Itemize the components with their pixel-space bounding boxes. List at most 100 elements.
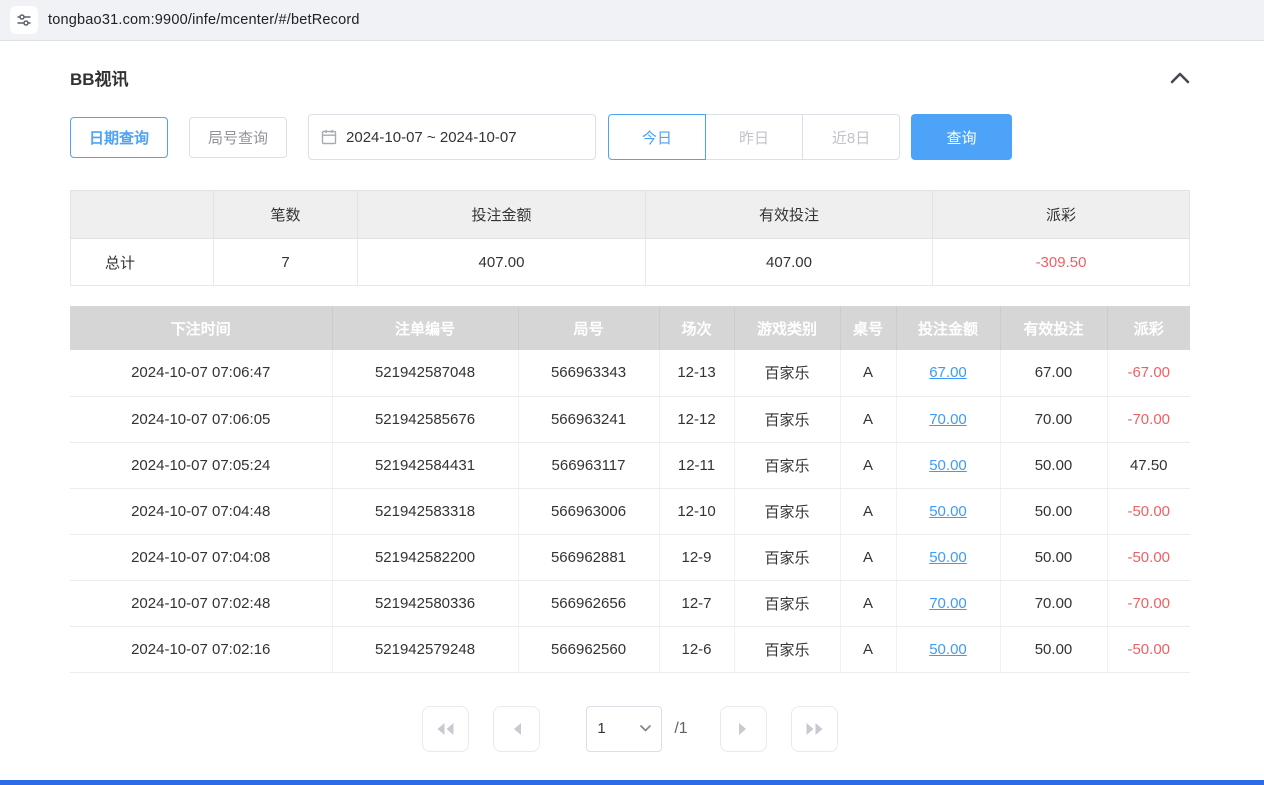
payout-cell: -50.00 bbox=[1107, 534, 1190, 580]
col-header-session: 场次 bbox=[659, 306, 734, 350]
valid-bet-cell: 70.00 bbox=[1000, 580, 1107, 626]
order-id-cell: 521942579248 bbox=[332, 626, 518, 672]
total-pages-label: /1 bbox=[674, 720, 687, 738]
bet-table-body: 2024-10-07 07:06:47 521942587048 5669633… bbox=[70, 350, 1190, 672]
col-header-valid-bet: 有效投注 bbox=[1000, 306, 1107, 350]
panel-header: BB视讯 bbox=[70, 65, 1190, 90]
table-row: 2024-10-07 07:04:48 521942583318 5669630… bbox=[70, 488, 1190, 534]
session-cell: 12-6 bbox=[659, 626, 734, 672]
col-header-bet-time: 下注时间 bbox=[70, 306, 332, 350]
valid-bet-cell: 50.00 bbox=[1000, 442, 1107, 488]
page-title: BB视讯 bbox=[70, 65, 129, 90]
table-row: 2024-10-07 07:02:48 521942580336 5669626… bbox=[70, 580, 1190, 626]
right-arrow-icon bbox=[736, 722, 750, 736]
bet-amount-link[interactable]: 50.00 bbox=[929, 641, 967, 658]
search-button[interactable]: 查询 bbox=[911, 114, 1012, 160]
browser-url-bar: tongbao31.com:9900/infe/mcenter/#/betRec… bbox=[0, 0, 1264, 41]
round-query-tab[interactable]: 局号查询 bbox=[189, 117, 287, 158]
payout-cell: -50.00 bbox=[1107, 626, 1190, 672]
session-cell: 12-12 bbox=[659, 396, 734, 442]
valid-bet-cell: 50.00 bbox=[1000, 534, 1107, 580]
prev-page-button[interactable] bbox=[493, 706, 540, 752]
summary-payout-value: -309.50 bbox=[933, 239, 1190, 286]
game-type-cell: 百家乐 bbox=[734, 488, 840, 534]
summary-header-payout: 派彩 bbox=[933, 191, 1190, 239]
bet-amount-cell: 70.00 bbox=[896, 396, 1000, 442]
session-cell: 12-10 bbox=[659, 488, 734, 534]
order-id-cell: 521942584431 bbox=[332, 442, 518, 488]
table-no-cell: A bbox=[840, 442, 896, 488]
table-no-cell: A bbox=[840, 488, 896, 534]
valid-bet-cell: 67.00 bbox=[1000, 350, 1107, 396]
bet-amount-cell: 70.00 bbox=[896, 580, 1000, 626]
calendar-icon bbox=[321, 129, 337, 145]
page-select-value: 1 bbox=[597, 720, 605, 737]
date-range-input[interactable]: 2024-10-07 ~ 2024-10-07 bbox=[308, 114, 596, 160]
bet-amount-link[interactable]: 67.00 bbox=[929, 364, 967, 381]
bet-time-cell: 2024-10-07 07:06:05 bbox=[70, 396, 332, 442]
table-no-cell: A bbox=[840, 350, 896, 396]
order-id-cell: 521942583318 bbox=[332, 488, 518, 534]
summary-count-value: 7 bbox=[214, 239, 358, 286]
game-type-cell: 百家乐 bbox=[734, 442, 840, 488]
table-row: 2024-10-07 07:06:47 521942587048 5669633… bbox=[70, 350, 1190, 396]
table-no-cell: A bbox=[840, 626, 896, 672]
summary-header-valid-bet: 有效投注 bbox=[646, 191, 933, 239]
filter-row: 日期查询 局号查询 2024-10-07 ~ 2024-10-07 今日 昨日 … bbox=[70, 114, 1190, 160]
payout-cell: 47.50 bbox=[1107, 442, 1190, 488]
game-type-cell: 百家乐 bbox=[734, 350, 840, 396]
page-select[interactable]: 1 bbox=[586, 706, 662, 752]
first-page-button[interactable] bbox=[422, 706, 469, 752]
table-no-cell: A bbox=[840, 396, 896, 442]
payout-cell: -70.00 bbox=[1107, 580, 1190, 626]
bet-time-cell: 2024-10-07 07:04:08 bbox=[70, 534, 332, 580]
summary-header-count: 笔数 bbox=[214, 191, 358, 239]
session-cell: 12-9 bbox=[659, 534, 734, 580]
bet-amount-link[interactable]: 50.00 bbox=[929, 503, 967, 520]
bet-amount-link[interactable]: 50.00 bbox=[929, 457, 967, 474]
col-header-bet-amount: 投注金额 bbox=[896, 306, 1000, 350]
bottom-accent-bar bbox=[0, 780, 1264, 785]
today-button[interactable]: 今日 bbox=[608, 114, 706, 160]
double-right-arrow-icon bbox=[805, 722, 824, 736]
bet-table-header-row: 下注时间 注单编号 局号 场次 游戏类别 桌号 投注金额 有效投注 派彩 bbox=[70, 306, 1190, 350]
site-settings-icon[interactable] bbox=[10, 6, 38, 34]
round-id-cell: 566962881 bbox=[518, 534, 659, 580]
bet-time-cell: 2024-10-07 07:02:16 bbox=[70, 626, 332, 672]
round-id-cell: 566963241 bbox=[518, 396, 659, 442]
round-id-cell: 566963117 bbox=[518, 442, 659, 488]
order-id-cell: 521942585676 bbox=[332, 396, 518, 442]
bet-amount-link[interactable]: 70.00 bbox=[929, 595, 967, 612]
double-left-arrow-icon bbox=[436, 722, 455, 736]
date-query-tab[interactable]: 日期查询 bbox=[70, 117, 168, 158]
next-page-button[interactable] bbox=[720, 706, 767, 752]
table-row: 2024-10-07 07:06:05 521942585676 5669632… bbox=[70, 396, 1190, 442]
bet-amount-cell: 50.00 bbox=[896, 534, 1000, 580]
col-header-round-id: 局号 bbox=[518, 306, 659, 350]
bet-amount-cell: 50.00 bbox=[896, 442, 1000, 488]
bet-amount-cell: 50.00 bbox=[896, 626, 1000, 672]
table-row: 2024-10-07 07:04:08 521942582200 5669628… bbox=[70, 534, 1190, 580]
summary-total-label: 总计 bbox=[71, 239, 214, 286]
bet-amount-cell: 67.00 bbox=[896, 350, 1000, 396]
game-type-cell: 百家乐 bbox=[734, 626, 840, 672]
summary-total-row: 总计 7 407.00 407.00 -309.50 bbox=[71, 239, 1190, 286]
game-type-cell: 百家乐 bbox=[734, 580, 840, 626]
collapse-chevron-icon[interactable] bbox=[1170, 72, 1190, 84]
last8days-button[interactable]: 近8日 bbox=[802, 114, 900, 160]
col-header-order-id: 注单编号 bbox=[332, 306, 518, 350]
valid-bet-cell: 50.00 bbox=[1000, 626, 1107, 672]
order-id-cell: 521942587048 bbox=[332, 350, 518, 396]
summary-header-row: 笔数 投注金额 有效投注 派彩 bbox=[71, 191, 1190, 239]
last-page-button[interactable] bbox=[791, 706, 838, 752]
url-text[interactable]: tongbao31.com:9900/infe/mcenter/#/betRec… bbox=[48, 12, 360, 28]
session-cell: 12-13 bbox=[659, 350, 734, 396]
bet-amount-link[interactable]: 70.00 bbox=[929, 411, 967, 428]
table-row: 2024-10-07 07:02:16 521942579248 5669625… bbox=[70, 626, 1190, 672]
game-type-cell: 百家乐 bbox=[734, 396, 840, 442]
bet-amount-link[interactable]: 50.00 bbox=[929, 549, 967, 566]
col-header-table-no: 桌号 bbox=[840, 306, 896, 350]
table-row: 2024-10-07 07:05:24 521942584431 5669631… bbox=[70, 442, 1190, 488]
yesterday-button[interactable]: 昨日 bbox=[705, 114, 803, 160]
session-cell: 12-7 bbox=[659, 580, 734, 626]
